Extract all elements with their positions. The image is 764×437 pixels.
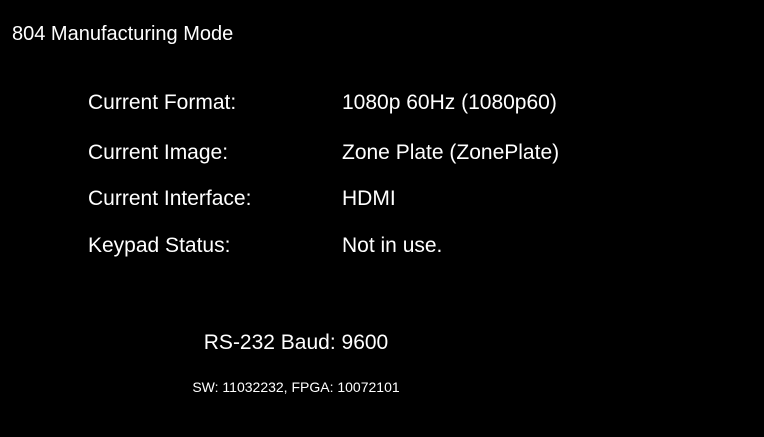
current-format-value: 1080p 60Hz (1080p60) <box>342 91 557 114</box>
current-format-label: Current Format: <box>88 91 237 114</box>
keypad-status-value: Not in use. <box>342 234 443 257</box>
screen-title: 804 Manufacturing Mode <box>12 23 234 45</box>
keypad-status-label: Keypad Status: <box>88 234 231 257</box>
current-image-label: Current Image: <box>88 141 229 164</box>
rs232-baud-rate: RS-232 Baud: 9600 <box>203 331 389 354</box>
current-interface-value: HDMI <box>342 187 396 210</box>
manufacturing-mode-screen: 804 Manufacturing Mode Current Format: 1… <box>0 0 764 437</box>
current-image-value: Zone Plate (ZonePlate) <box>342 141 560 164</box>
current-interface-label: Current Interface: <box>88 187 252 210</box>
firmware-version: SW: 11032232, FPGA: 10072101 <box>192 379 400 395</box>
